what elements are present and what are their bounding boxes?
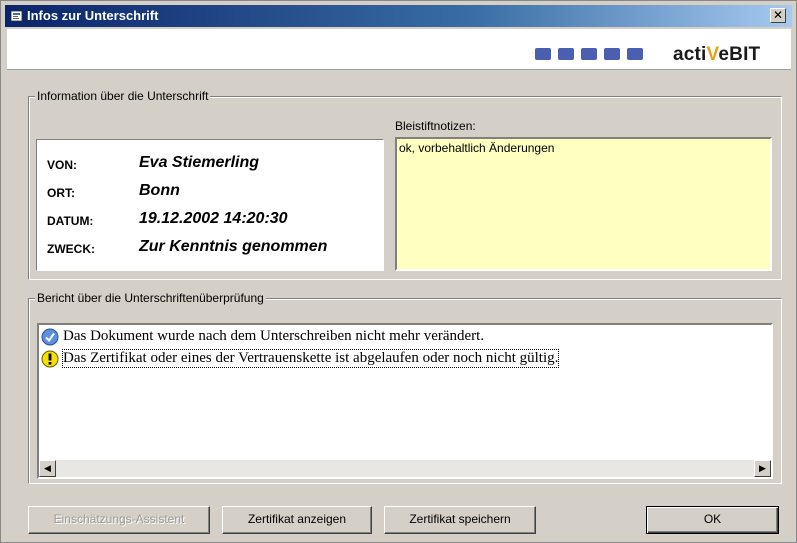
field-label: ZWECK: bbox=[47, 242, 95, 256]
activebit-logo: actiVeBIT bbox=[673, 44, 761, 65]
horizontal-scrollbar[interactable]: ◀ ▶ bbox=[39, 460, 771, 477]
field-value: Eva Stiemerling bbox=[139, 154, 260, 171]
field-label: DATUM: bbox=[47, 214, 94, 228]
signature-details-box: VON: Eva Stiemerling ORT: Bonn DATUM: 19… bbox=[36, 139, 384, 271]
pencil-notes-field[interactable]: ok, vorbehaltlich Änderungen bbox=[395, 137, 772, 271]
scroll-right-arrow-icon[interactable]: ▶ bbox=[754, 460, 771, 477]
field-value: Bonn bbox=[139, 182, 180, 199]
warning-icon bbox=[41, 350, 59, 368]
field-label: VON: bbox=[47, 158, 77, 172]
window-icon bbox=[11, 10, 23, 22]
report-text: Das Dokument wurde nach dem Unterschreib… bbox=[63, 328, 485, 344]
logo-squares bbox=[535, 48, 643, 60]
title-bar[interactable]: Infos zur Unterschrift ✕ bbox=[5, 5, 792, 27]
notes-label: Bleistiftnotizen: bbox=[395, 119, 476, 133]
signature-info-dialog: Infos zur Unterschrift ✕ actiVeBIT Infor… bbox=[0, 0, 797, 543]
verification-report-list[interactable]: Das Dokument wurde nach dem Unterschreib… bbox=[37, 323, 773, 479]
assessment-assistant-button[interactable]: Einschätzungs-Assistent bbox=[28, 506, 210, 534]
signature-info-group: Information über die Unterschrift VON: E… bbox=[28, 89, 782, 280]
report-text: Das Zertifikat oder eines der Vertrauens… bbox=[61, 349, 560, 368]
verification-report-group: Bericht über die Unterschriftenüberprüfu… bbox=[28, 291, 782, 484]
verification-report-group-label: Bericht über die Unterschriftenüberprüfu… bbox=[35, 291, 266, 305]
check-icon bbox=[41, 328, 59, 346]
scroll-left-arrow-icon[interactable]: ◀ bbox=[39, 460, 56, 477]
field-label: ORT: bbox=[47, 186, 75, 200]
field-value: Zur Kenntnis genommen bbox=[139, 238, 328, 255]
window-title: Infos zur Unterschrift bbox=[27, 8, 159, 23]
brand-banner: actiVeBIT bbox=[7, 29, 791, 70]
show-certificate-button[interactable]: Zertifikat anzeigen bbox=[222, 506, 372, 534]
close-button[interactable]: ✕ bbox=[770, 8, 786, 23]
signature-info-group-label: Information über die Unterschrift bbox=[35, 89, 211, 103]
ok-button[interactable]: OK bbox=[646, 506, 779, 534]
field-value: 19.12.2002 14:20:30 bbox=[139, 210, 288, 227]
save-certificate-button[interactable]: Zertifikat speichern bbox=[384, 506, 536, 534]
